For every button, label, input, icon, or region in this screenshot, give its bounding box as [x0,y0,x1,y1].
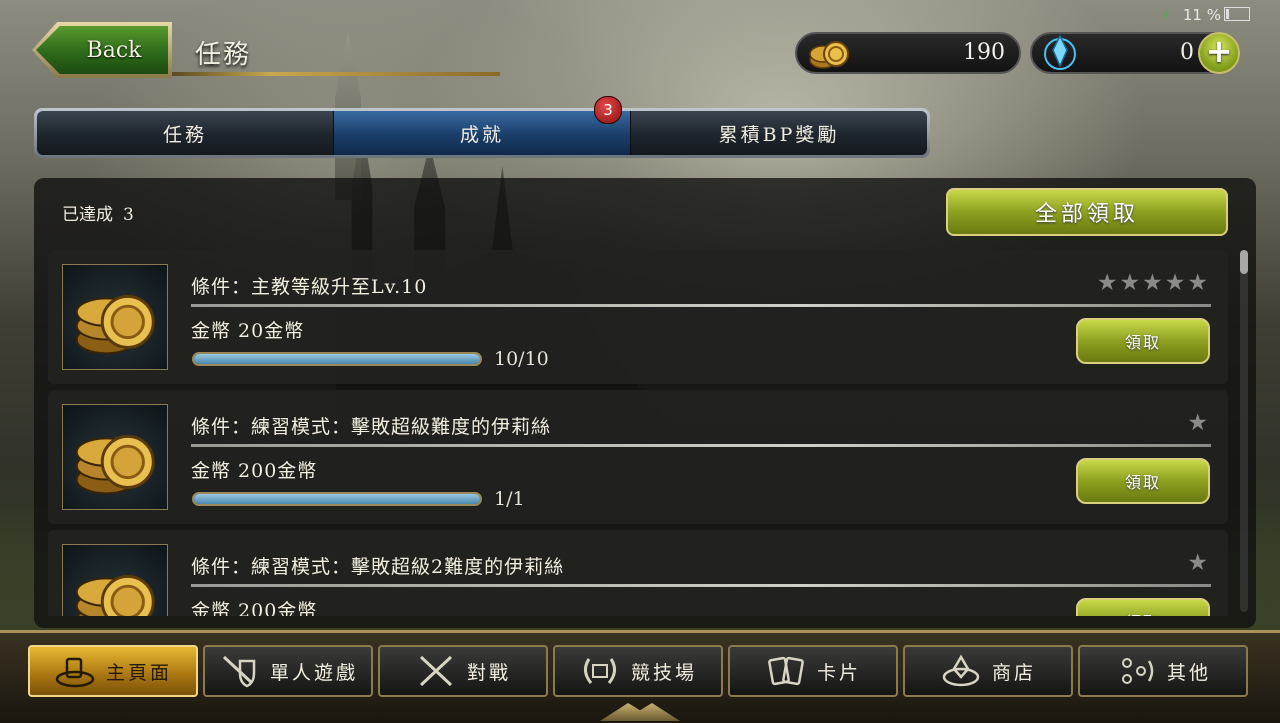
page-title: 任務 [195,40,252,70]
nav-shop[interactable]: 商店 [903,645,1073,697]
nav-label: 卡片 [816,661,861,684]
gem-counter: 0 + [1030,32,1240,74]
list-item: 條件：練習模式：擊敗超級難度的伊莉絲 ★ 金幣 200金幣 1/1 領取 [48,390,1228,524]
progress-fill [194,354,480,364]
charging-icon: ⚡ [1160,6,1171,24]
task-condition: 條件：主教等級升至Lv.10 [191,276,428,298]
divider [191,304,1211,307]
nav-label: 商店 [991,661,1036,684]
nav-label: 競技場 [630,661,697,684]
progress-text: 10/10 [494,348,549,370]
bottom-nav: 主頁面 單人遊戲 對戰 競技場 卡片 商店 其他 [0,630,1280,723]
nav-label: 單人遊戲 [269,661,358,684]
achieved-count: 3 [123,205,134,225]
nav-arena[interactable]: 競技場 [553,645,723,697]
tab-bp-rewards[interactable]: 累積BP獎勵 [631,111,927,155]
gold-amount: 190 [963,40,1005,65]
sword-shield-icon [222,655,256,688]
nav-battle[interactable]: 對戰 [378,645,548,697]
claim-all-button[interactable]: 全部領取 [946,188,1228,236]
progress-fill [194,494,480,504]
nav-label: 主頁面 [105,661,172,684]
achieved-label: 已達成 [62,205,113,225]
task-condition: 條件：練習模式：擊敗超級2難度的伊莉絲 [191,556,565,578]
progress-text: 1/1 [494,488,525,510]
tab-achievements[interactable]: 成就 [334,111,631,155]
progress-bar [192,352,482,366]
crossed-swords-icon [419,655,453,687]
nav-cards[interactable]: 卡片 [728,645,898,697]
gold-coins-icon [62,404,168,510]
nav-other[interactable]: 其他 [1078,645,1248,697]
notification-badge: 3 [594,96,622,124]
task-reward: 金幣 200金幣 [191,460,318,482]
achieved-summary: 已達成 3 [62,200,134,225]
nav-ornament [600,703,680,721]
divider [191,444,1211,447]
nav-home[interactable]: 主頁面 [28,645,198,697]
scrollbar[interactable] [1240,250,1248,612]
claim-button[interactable]: 領取 [1076,318,1210,364]
scrollbar-thumb[interactable] [1240,250,1248,274]
list-item: 條件：主教等級升至Lv.10 ★★★★★ 金幣 20金幣 10/10 領取 [48,250,1228,384]
gold-coins-icon [809,41,849,69]
shop-icon [942,654,980,687]
claim-button[interactable]: 領取 [1076,598,1210,616]
add-currency-button[interactable]: + [1198,32,1240,74]
cards-icon [768,656,804,686]
gem-amount: 0 [1180,40,1194,65]
tab-missions[interactable]: 任務 [37,111,334,155]
task-reward: 金幣 200金幣 [191,600,318,616]
back-button[interactable]: Back [36,26,168,74]
list-item: 條件：練習模式：擊敗超級2難度的伊莉絲 ★ 金幣 200金幣 領取 [48,530,1228,616]
rarity-stars: ★ [1187,550,1210,576]
claim-button[interactable]: 領取 [1076,458,1210,504]
task-reward: 金幣 20金幣 [191,320,305,342]
other-icon [1121,658,1154,684]
nav-label: 其他 [1166,661,1211,684]
laurel-icon [583,658,616,684]
nav-label: 對戰 [466,661,511,684]
progress-bar [192,492,482,506]
tab-bar: 任務 成就 累積BP獎勵 [34,108,930,158]
gold-coins-icon [62,264,168,370]
battery-percent: 11 % [1182,6,1221,24]
divider [191,584,1211,587]
nav-single-player[interactable]: 單人遊戲 [203,645,373,697]
battery-icon [1224,7,1250,21]
status-bar: ⚡ 11 % [1160,6,1250,24]
gold-counter: 190 [795,32,1021,74]
task-list[interactable]: 條件：主教等級升至Lv.10 ★★★★★ 金幣 20金幣 10/10 領取 條件… [48,248,1238,616]
rarity-stars: ★★★★★ [1096,270,1210,296]
task-condition: 條件：練習模式：擊敗超級難度的伊莉絲 [191,416,552,438]
title-underline [172,72,500,76]
home-icon [55,657,95,688]
crystal-icon [1044,34,1076,70]
rarity-stars: ★ [1187,410,1210,436]
gold-coins-icon [62,544,168,616]
